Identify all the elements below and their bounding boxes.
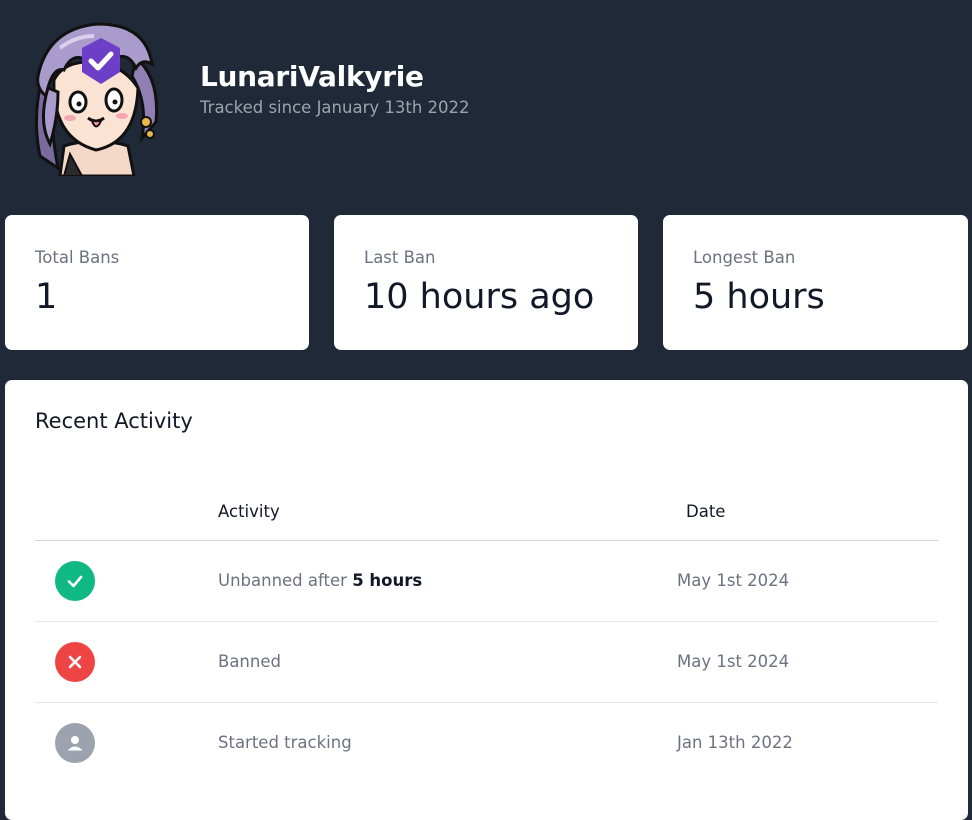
stat-label: Total Bans — [35, 248, 120, 267]
stat-card-total-bans: Total Bans 1 — [5, 215, 309, 350]
username: LunariValkyrie — [200, 59, 424, 93]
x-icon — [55, 642, 95, 682]
activity-text: Unbanned after 5 hours — [218, 571, 422, 590]
activity-text: Started tracking — [218, 733, 352, 752]
table-row: Unbanned after 5 hours May 1st 2024 — [35, 541, 938, 622]
table-row: Started tracking Jan 13th 2022 — [35, 703, 938, 783]
column-header-date: Date — [686, 502, 726, 521]
user-icon — [55, 723, 95, 763]
tracked-since: Tracked since January 13th 2022 — [200, 97, 470, 117]
recent-activity-panel: Recent Activity Activity Date Unbanned a… — [5, 380, 968, 820]
activity-date: May 1st 2024 — [677, 652, 790, 671]
check-icon — [55, 561, 95, 601]
activity-text-emphasis: 5 hours — [352, 571, 423, 590]
column-header-activity: Activity — [218, 502, 280, 521]
stat-value: 5 hours — [693, 277, 825, 317]
profile-header: LunariValkyrie Tracked since January 13t… — [24, 18, 470, 176]
stat-label: Last Ban — [364, 248, 436, 267]
avatar — [24, 18, 170, 176]
activity-date: Jan 13th 2022 — [677, 733, 793, 752]
table-header: Activity Date — [35, 488, 938, 541]
panel-title: Recent Activity — [35, 409, 193, 433]
verified-check-icon — [82, 38, 120, 84]
table-row: Banned May 1st 2024 — [35, 622, 938, 703]
activity-date: May 1st 2024 — [677, 571, 790, 590]
stat-value: 10 hours ago — [364, 277, 595, 317]
profile-text: LunariValkyrie Tracked since January 13t… — [200, 60, 470, 117]
activity-text-main: Unbanned after — [218, 571, 353, 590]
stat-card-last-ban: Last Ban 10 hours ago — [334, 215, 638, 350]
activity-table: Activity Date Unbanned after 5 hours May… — [35, 488, 938, 783]
stat-value: 1 — [35, 277, 58, 317]
activity-text: Banned — [218, 652, 281, 671]
stat-card-longest-ban: Longest Ban 5 hours — [663, 215, 968, 350]
stat-label: Longest Ban — [693, 248, 796, 267]
